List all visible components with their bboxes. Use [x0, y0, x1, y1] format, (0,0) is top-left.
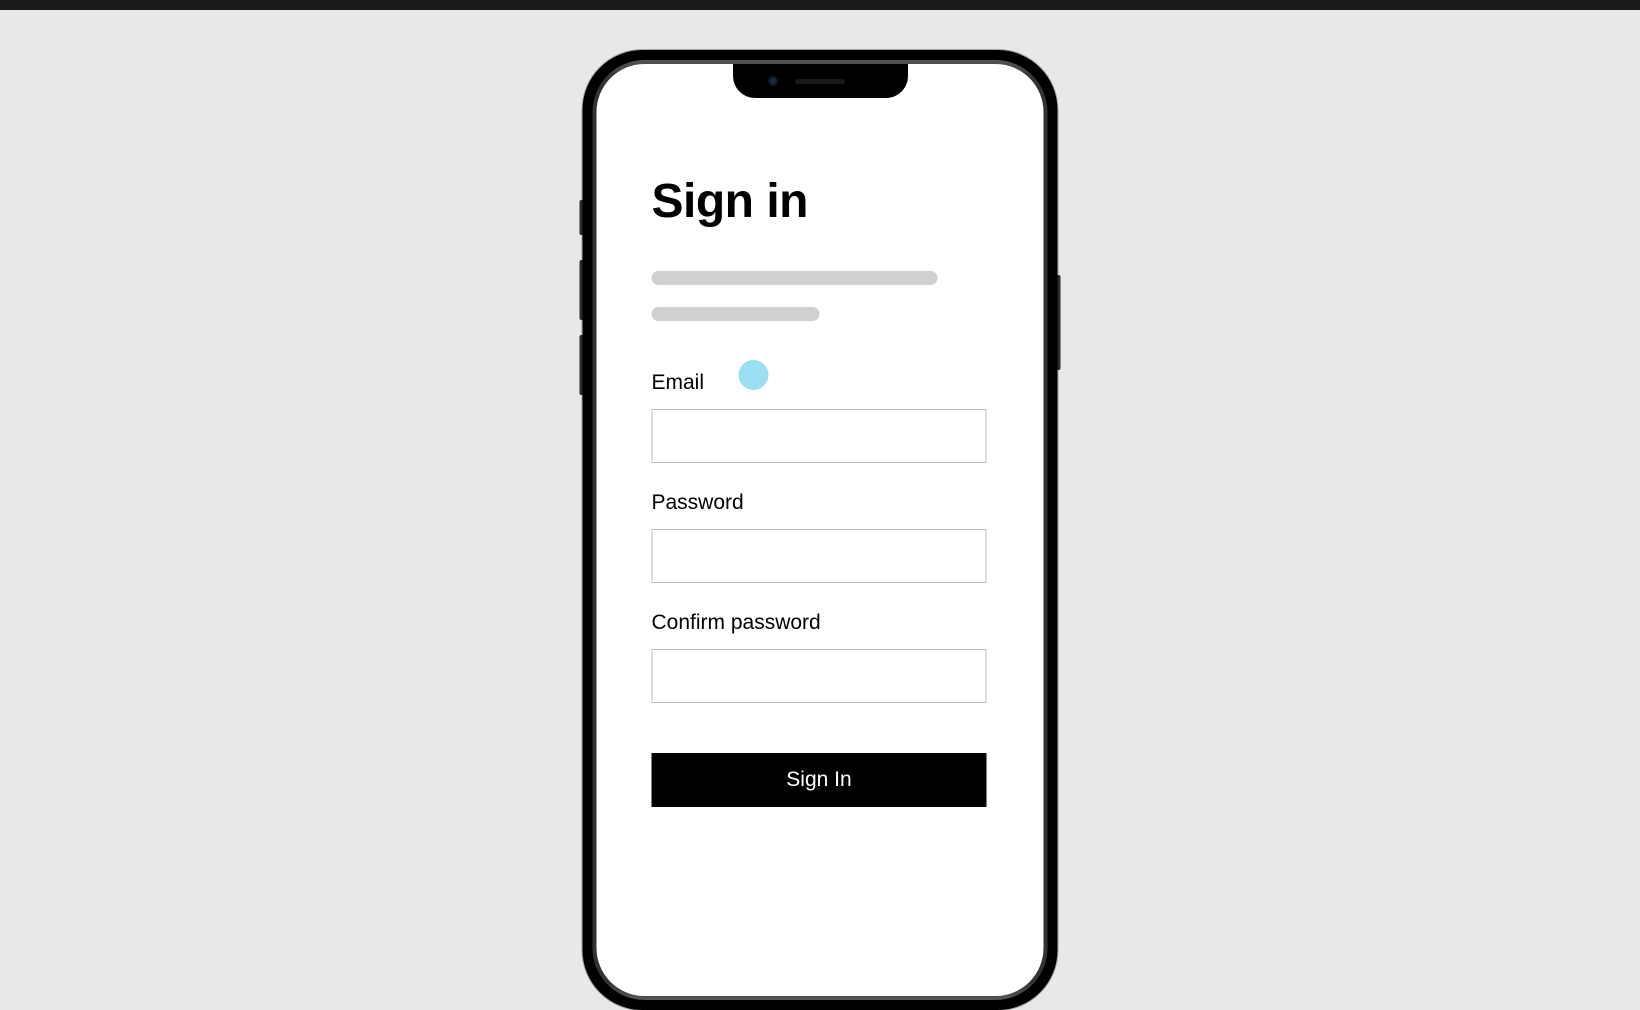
confirm-password-label: Confirm password [652, 611, 989, 635]
browser-top-bar [0, 0, 1640, 10]
phone-front-camera-icon [768, 76, 778, 86]
email-label: Email [652, 371, 989, 395]
signin-button[interactable]: Sign In [652, 753, 987, 807]
signin-button-label: Sign In [786, 768, 851, 792]
phone-notch [733, 64, 908, 98]
password-field[interactable] [652, 529, 987, 583]
password-label: Password [652, 491, 989, 515]
phone-mockup-frame: Sign in Email Password Confirm password … [583, 50, 1058, 1010]
password-form-group: Password [652, 491, 989, 583]
confirm-password-field[interactable] [652, 649, 987, 703]
confirm-password-form-group: Confirm password [652, 611, 989, 703]
email-field[interactable] [652, 409, 987, 463]
skeleton-placeholder-line [652, 271, 938, 285]
page-title: Sign in [652, 174, 989, 229]
touch-indicator-icon [739, 360, 769, 390]
phone-inner-frame: Sign in Email Password Confirm password … [593, 60, 1048, 1000]
signin-screen-content: Sign in Email Password Confirm password … [597, 64, 1044, 996]
phone-power-button [1058, 275, 1061, 370]
email-form-group: Email [652, 371, 989, 463]
phone-volume-down-button [580, 335, 583, 395]
phone-screen: Sign in Email Password Confirm password … [597, 64, 1044, 996]
phone-speaker-grill-icon [795, 79, 845, 84]
phone-silence-switch [580, 200, 583, 235]
skeleton-placeholder-line [652, 307, 820, 321]
phone-volume-up-button [580, 260, 583, 320]
